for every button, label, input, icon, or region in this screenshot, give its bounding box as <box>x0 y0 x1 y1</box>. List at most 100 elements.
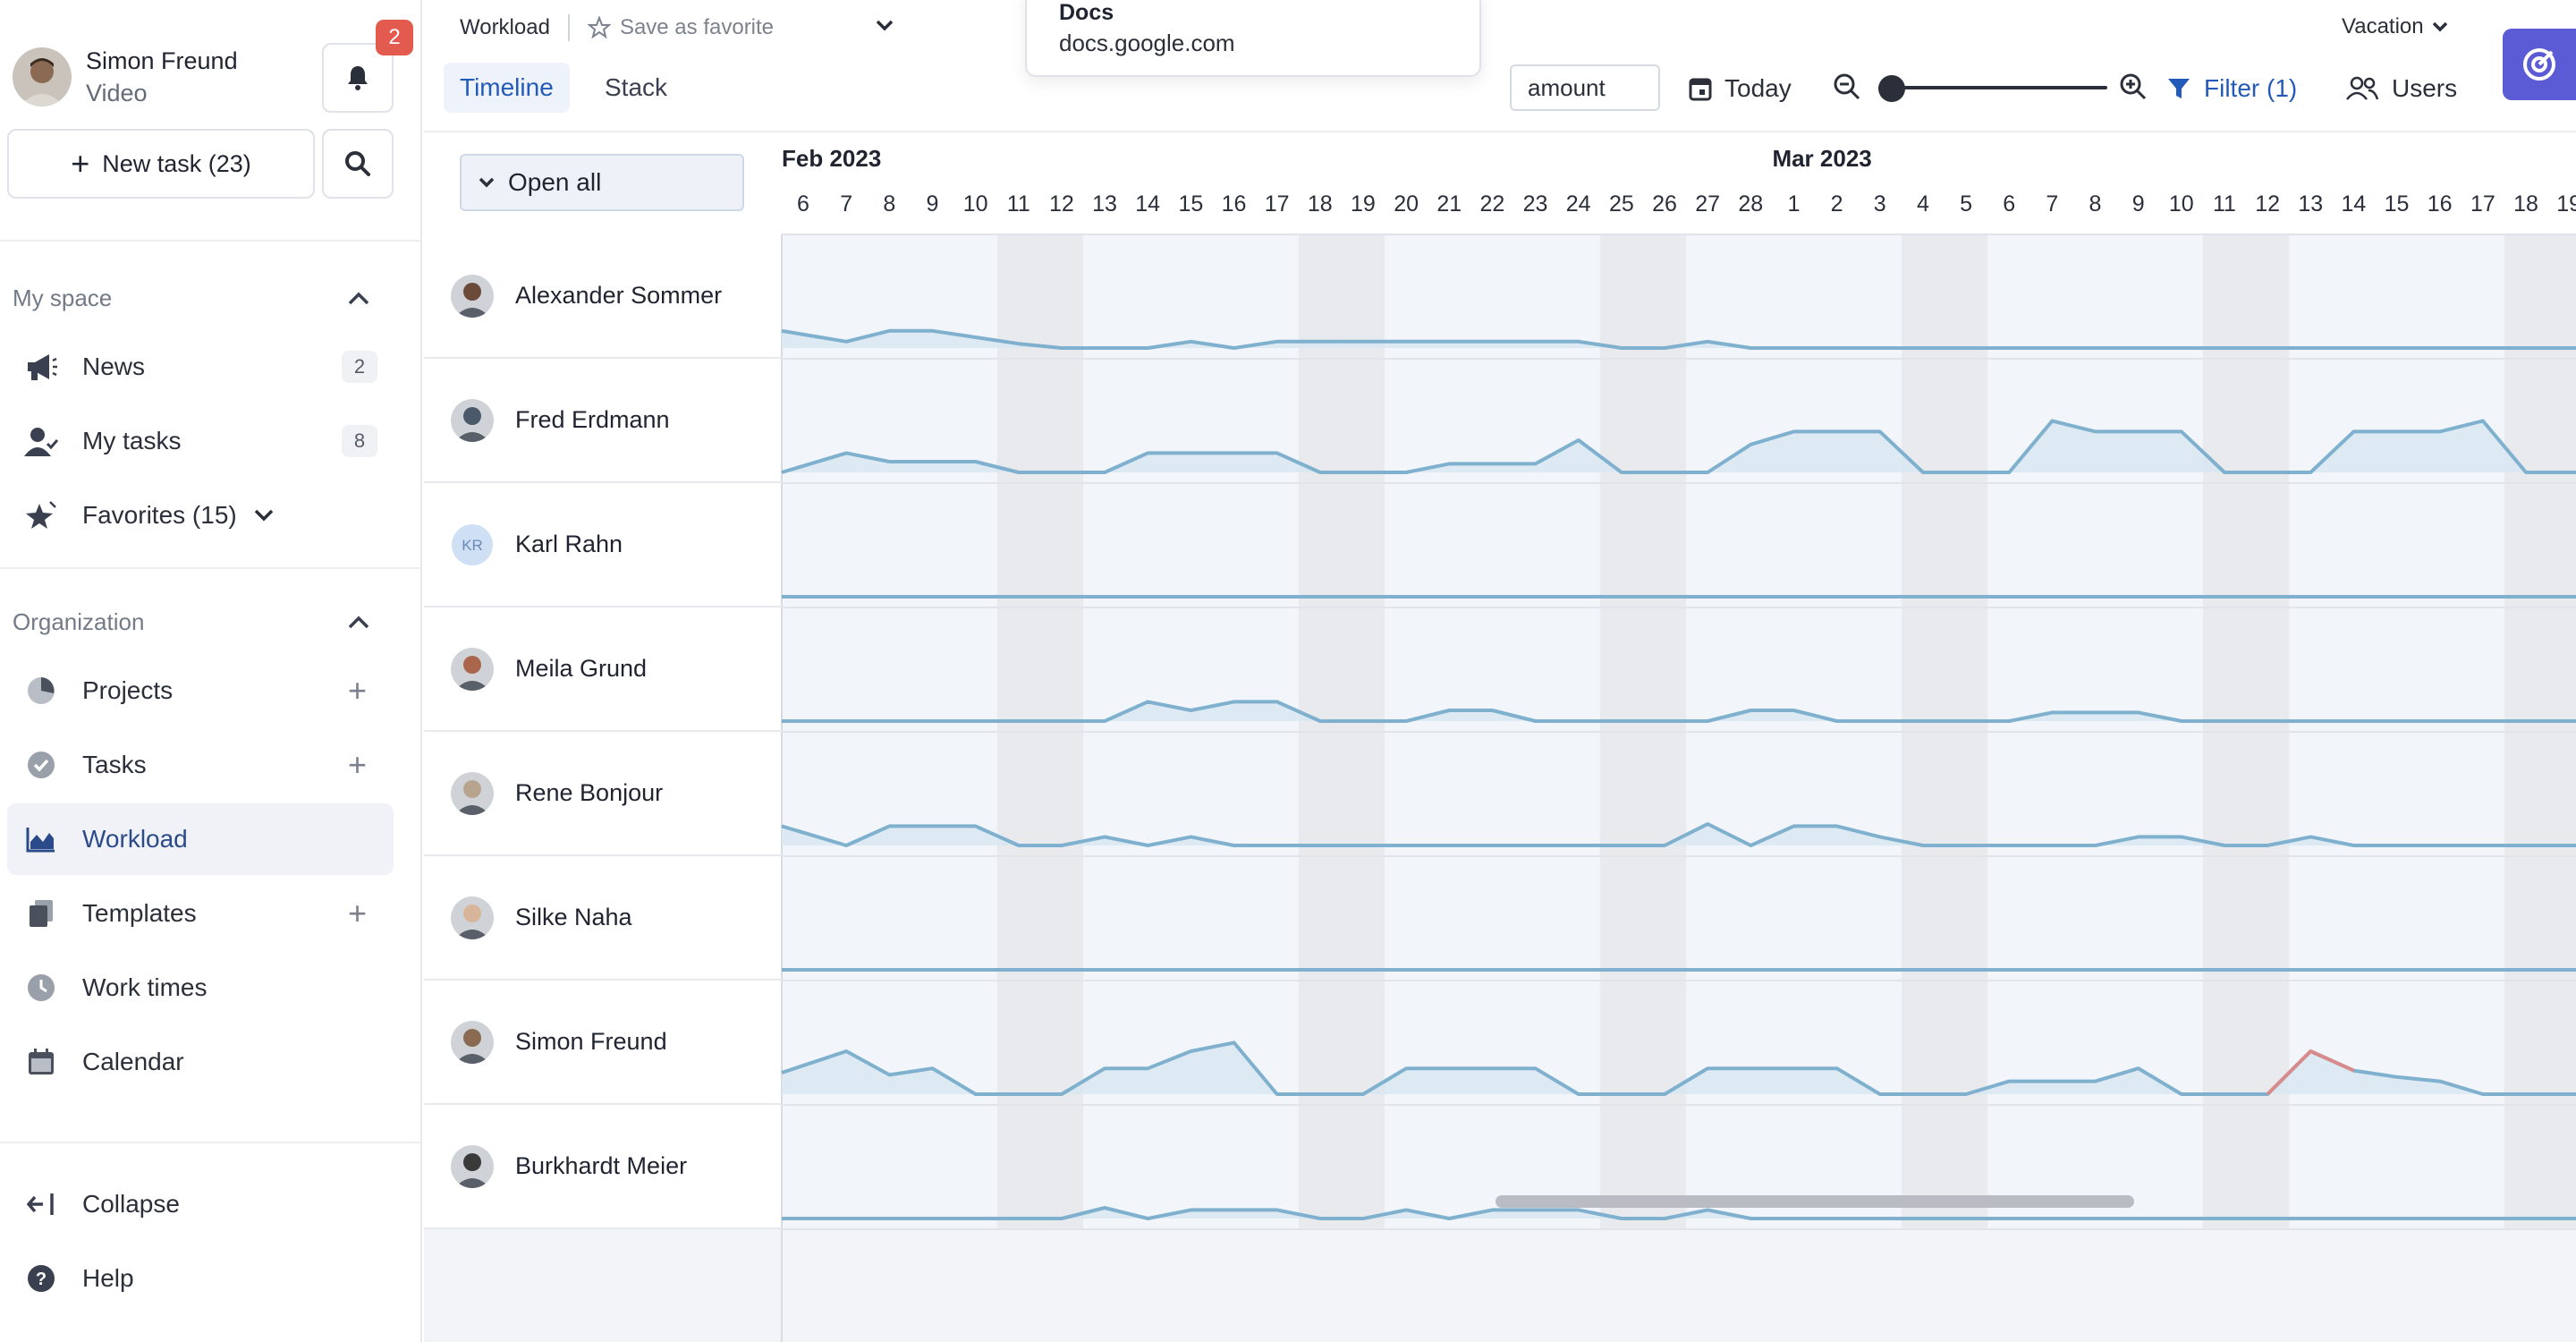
sidebar-item-calendar[interactable]: Calendar <box>7 1026 394 1098</box>
copy-icon <box>23 896 59 931</box>
user-row[interactable]: Rene Bonjour <box>424 732 782 856</box>
today-label: Today <box>1724 74 1792 102</box>
chevron-up-icon <box>348 616 369 628</box>
zoom-handle[interactable] <box>1877 75 1905 102</box>
breadcrumb: Workload Save as favorite <box>460 14 774 41</box>
user-row[interactable]: Burkhardt Meier <box>424 1105 782 1229</box>
day-label: 19 <box>1351 191 1376 217</box>
amount-select[interactable] <box>1510 64 1660 111</box>
user-name: Meila Grund <box>515 655 648 682</box>
day-label: 27 <box>1695 191 1721 217</box>
tab-timeline[interactable]: Timeline <box>444 63 570 113</box>
search-button[interactable] <box>322 129 394 199</box>
sidebar-item-templates[interactable]: Templates + <box>7 878 394 949</box>
zoom-track[interactable] <box>1878 86 2107 89</box>
day-label: 15 <box>1178 191 1204 217</box>
day-label: 10 <box>2168 191 2194 217</box>
day-label: 14 <box>1135 191 1161 217</box>
filter-button[interactable]: Filter (1) <box>2166 66 2297 111</box>
sidebar-item-projects[interactable]: Projects + <box>7 655 394 726</box>
section-my-space[interactable]: My space <box>13 285 370 312</box>
user-row[interactable]: Simon Freund <box>424 981 782 1105</box>
user-name: Simon Freund <box>86 47 238 74</box>
area-chart-icon <box>23 821 59 857</box>
chevron-down-icon[interactable] <box>875 18 894 32</box>
add-project-button[interactable]: + <box>348 675 367 707</box>
day-label: 3 <box>1873 191 1886 217</box>
sidebar-item-favorites[interactable]: Favorites (15) <box>7 480 394 551</box>
day-label: 12 <box>1048 191 1074 217</box>
zoom-in-icon[interactable] <box>2118 72 2148 102</box>
app-logo-button[interactable] <box>2503 29 2576 100</box>
sidebar-item-label: Favorites (15) <box>82 501 237 529</box>
tab-stack[interactable]: Stack <box>589 63 683 113</box>
day-label: 10 <box>962 191 988 217</box>
sidebar-item-my-tasks[interactable]: My tasks 8 <box>7 405 394 477</box>
day-label: 26 <box>1652 191 1677 217</box>
avatar <box>451 647 494 691</box>
clock-icon <box>23 970 59 1006</box>
user-subtitle: Video <box>86 80 148 106</box>
help-button[interactable]: ? Help <box>7 1243 394 1314</box>
separator <box>567 14 570 41</box>
day-label: 6 <box>2003 191 2016 217</box>
day-label: 23 <box>1522 191 1548 217</box>
avatar <box>451 398 494 442</box>
section-organization[interactable]: Organization <box>13 608 370 636</box>
chevron-up-icon <box>348 292 369 304</box>
add-task-button[interactable]: + <box>348 749 367 781</box>
sidebar-item-label: Workload <box>82 825 188 853</box>
star-outline-icon <box>587 16 611 39</box>
target-logo-icon <box>2523 48 2555 81</box>
day-label: 25 <box>1608 191 1634 217</box>
link-preview-popup[interactable]: Docs docs.google.com <box>1025 0 1481 77</box>
day-label: 15 <box>2384 191 2410 217</box>
day-label: 13 <box>1092 191 1117 217</box>
horizontal-scrollbar[interactable] <box>1496 1195 2134 1208</box>
day-label: 17 <box>2470 191 2496 217</box>
user-row[interactable]: Fred Erdmann <box>424 359 782 483</box>
vacation-dropdown[interactable]: Vacation <box>2342 14 2449 39</box>
day-label: 19 <box>2556 191 2576 217</box>
sidebar-item-news[interactable]: News 2 <box>7 331 394 403</box>
svg-text:?: ? <box>36 1270 47 1289</box>
sidebar-item-work-times[interactable]: Work times <box>7 952 394 1023</box>
month-label: Mar 2023 <box>1772 145 1872 172</box>
add-template-button[interactable]: + <box>348 897 367 930</box>
popup-title: Docs <box>1059 0 1114 25</box>
zoom-out-icon[interactable] <box>1832 72 1862 102</box>
sidebar-item-tasks[interactable]: Tasks + <box>7 729 394 801</box>
sidebar-item-workload[interactable]: Workload <box>7 803 394 875</box>
day-label: 7 <box>2046 191 2059 217</box>
users-label: Users <box>2392 74 2458 102</box>
user-name: Silke Naha <box>515 904 632 930</box>
day-label: 6 <box>797 191 809 217</box>
notification-badge: 2 <box>376 20 413 55</box>
user-name: Karl Rahn <box>515 531 623 557</box>
user-row[interactable]: KR Karl Rahn <box>424 483 782 607</box>
user-name: Alexander Sommer <box>515 282 723 309</box>
user-row[interactable]: Meila Grund <box>424 607 782 732</box>
save-favorite-button[interactable]: Save as favorite <box>587 15 774 40</box>
day-label: 2 <box>1830 191 1843 217</box>
day-label: 13 <box>2298 191 2324 217</box>
day-label: 11 <box>1006 191 1030 217</box>
day-label: 18 <box>1307 191 1333 217</box>
user-profile[interactable]: Simon Freund Video <box>13 45 238 109</box>
users-button[interactable]: Users <box>2345 66 2457 111</box>
sidebar-item-label: Calendar <box>82 1048 184 1075</box>
breadcrumb-item[interactable]: Workload <box>460 15 550 40</box>
zoom-slider[interactable] <box>1832 68 2154 107</box>
chevron-down-icon <box>254 509 273 522</box>
day-label: 20 <box>1394 191 1419 217</box>
user-row[interactable]: Alexander Sommer <box>424 234 782 359</box>
day-label: 18 <box>2513 191 2538 217</box>
day-label: 24 <box>1565 191 1591 217</box>
sidebar-item-label: Templates <box>82 899 197 927</box>
user-check-icon <box>23 423 59 459</box>
collapse-button[interactable]: Collapse <box>7 1168 394 1240</box>
today-button[interactable]: Today <box>1689 66 1792 111</box>
user-row[interactable]: Silke Naha <box>424 856 782 981</box>
megaphone-icon <box>23 349 59 385</box>
new-task-button[interactable]: + New task (23) <box>7 129 315 199</box>
